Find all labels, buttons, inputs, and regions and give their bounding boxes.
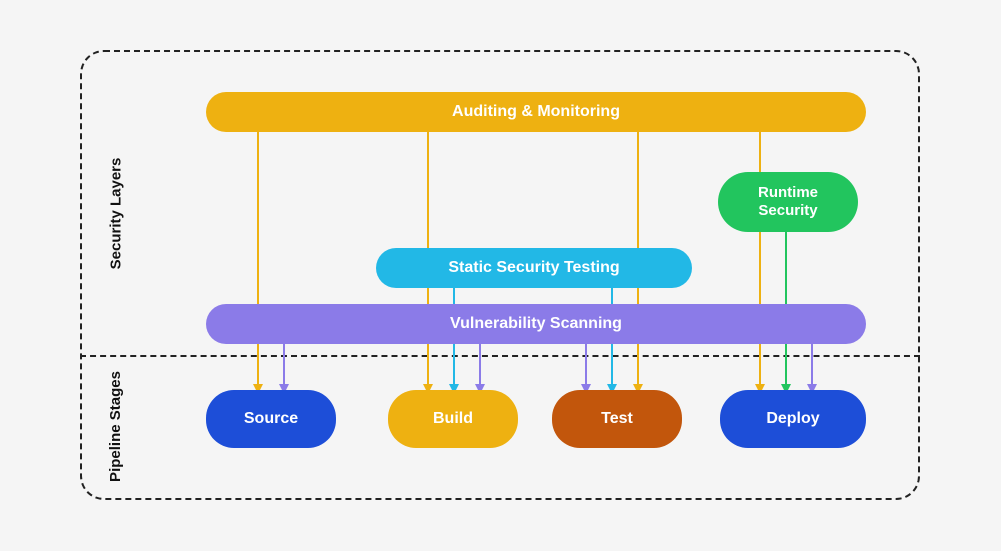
- layer-runtime: Runtime Security: [718, 172, 858, 232]
- diagram-canvas: Security Layers Pipeline Stages: [0, 0, 1001, 551]
- layer-static: Static Security Testing: [376, 248, 692, 288]
- label-pipeline-stages: Pipeline Stages: [107, 371, 124, 482]
- section-divider: [80, 355, 920, 357]
- layer-vulnerability: Vulnerability Scanning: [206, 304, 866, 344]
- stage-test: Test: [552, 390, 682, 448]
- stage-build: Build: [388, 390, 518, 448]
- stage-deploy: Deploy: [720, 390, 866, 448]
- stage-source: Source: [206, 390, 336, 448]
- label-security-layers: Security Layers: [107, 158, 124, 270]
- layer-auditing: Auditing & Monitoring: [206, 92, 866, 132]
